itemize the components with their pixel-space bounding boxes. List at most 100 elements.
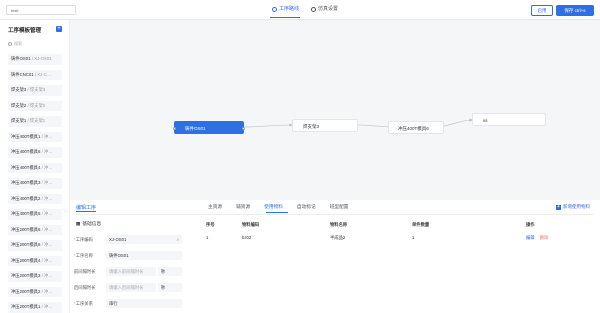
col-header: 操作 <box>526 222 535 227</box>
tab-main-resource[interactable]: 主资源 <box>208 204 222 210</box>
route-icon <box>272 7 277 12</box>
tab-materials[interactable]: 使用物料 <box>264 204 283 210</box>
cell-code: bz02 <box>242 235 252 240</box>
template-sidebar: 工序模板管理 + 搜索 铸件OS01 / XJ-OS01 铸件CNC01 / XJ… <box>0 20 70 313</box>
sidebar-item[interactable]: 冲压200T模具1 / 冲… <box>8 302 62 313</box>
sidebar-item-code: / 冲… <box>40 257 53 263</box>
prep-unit-select[interactable]: 秒 <box>158 267 182 276</box>
sidebar-item[interactable]: 冲压400T模具2 / 冲… <box>8 193 62 204</box>
sidebar-item-code: / 冲… <box>40 242 53 247</box>
sidebar-item[interactable]: 冲压200T模具2 / 冲… <box>8 286 62 297</box>
sidebar-item-code: / 冲… <box>40 273 53 278</box>
field-label: *工序关系 <box>74 300 93 306</box>
sidebar-item[interactable]: 铸件OS01 / XJ-OS01 <box>8 54 62 65</box>
flow-node[interactable]: xs <box>472 113 546 126</box>
section-label: 基础信息 <box>82 221 102 226</box>
top-search-input[interactable]: testi <box>6 5 76 15</box>
sidebar-item-name: 焊支架1 <box>11 118 27 123</box>
cell-index: 1 <box>206 235 209 240</box>
settings-icon <box>311 7 316 12</box>
sidebar-item-code: / 冲… <box>40 288 53 294</box>
node-label: xs <box>483 118 488 123</box>
cell-name: 半成品2 <box>330 235 346 240</box>
tab-process-route[interactable]: 工序路线 <box>272 6 299 13</box>
sidebar-item-code: / 焊支架3 <box>26 87 46 92</box>
section-heading: ▤ 基础信息 <box>76 221 101 227</box>
panel-tabs: 主资源 辅资源 使用物料 自动标记 班型配置 <box>208 204 348 210</box>
divider <box>76 214 594 215</box>
connector-handle[interactable] <box>242 127 245 130</box>
flow-node[interactable]: 焊支架3 <box>292 119 358 132</box>
sidebar-search-input[interactable]: 搜索 <box>8 39 64 48</box>
active-tab-indicator <box>266 212 288 213</box>
sidebar-item-code: / XJ-C… <box>33 71 52 77</box>
form-row-prep: 前间隔时长 请输入前间隔时长 秒 <box>74 267 182 276</box>
field-label: 前间隔时长 <box>74 268 96 274</box>
tab-label: 仿真设置 <box>318 6 339 12</box>
cell-actions: 编辑 删除 <box>526 235 594 244</box>
sidebar-item[interactable]: 冲压200T模具3 / 冲… <box>8 271 62 282</box>
flow-node[interactable]: 冲压400T模具6 <box>388 121 444 134</box>
panel-title-underline <box>76 211 96 212</box>
sidebar-item[interactable]: 冲压200T模具6 / 冲… <box>8 224 62 235</box>
add-template-button[interactable]: + <box>56 26 62 32</box>
post-duration-input[interactable]: 请输入后间隔时长 <box>106 283 156 292</box>
sidebar-item[interactable]: 焊支架2 / 焊支架2 <box>8 100 62 111</box>
sidebar-item-name: 冲压200T模具6 <box>11 226 41 232</box>
sidebar-item-name: 冲压400T模具2 <box>11 195 41 201</box>
sidebar-item-name: 冲压200T模具5 <box>11 242 41 247</box>
sidebar-item-code: / 冲… <box>40 195 53 201</box>
node-label: 冲压400T模具6 <box>398 126 429 131</box>
plus-icon: + <box>556 203 561 210</box>
sidebar-item-code: / 冲… <box>40 304 53 309</box>
flow-edges <box>243 118 473 129</box>
process-flow-canvas[interactable]: 铸件OS01 焊支架3 冲压400T模具6 xs <box>70 20 600 200</box>
edit-button[interactable]: 编辑 <box>526 235 535 240</box>
sidebar-item-code: / 冲… <box>40 133 53 139</box>
delete-button[interactable]: 删除 <box>540 235 549 240</box>
field-label: *工序名称 <box>74 252 93 258</box>
tab-aux-resource[interactable]: 辅资源 <box>236 204 250 210</box>
save-button[interactable]: 保存 ctrl+s <box>556 5 594 16</box>
sidebar-item[interactable]: 焊支架1 / 焊支架1 <box>8 116 62 127</box>
sidebar-item[interactable]: 冲压400T模具4 / 冲… <box>8 162 62 173</box>
form-row-relation: *工序关系 串行 <box>74 299 182 308</box>
post-unit-select[interactable]: 秒 <box>158 283 182 292</box>
sidebar-item-name: 冲压400T模具6 <box>11 149 41 154</box>
sidebar-item[interactable]: 冲压400T模具6 / 冲… <box>8 147 62 158</box>
table-row: 1 bz02 半成品2 1 编辑 删除 <box>202 235 594 244</box>
sidebar-item-name: 冲压200T模具2 <box>11 288 41 294</box>
add-material-button[interactable]: + 新增使用物料 <box>556 204 590 210</box>
sidebar-item-name: 焊支架2 <box>11 102 27 108</box>
sidebar-item[interactable]: 冲压200T模具5 / 冲… <box>8 240 62 251</box>
connector-handle[interactable] <box>173 127 176 130</box>
tab-auto-mark[interactable]: 自动标记 <box>297 204 316 210</box>
flow-node[interactable]: 铸件OS01 <box>173 121 245 134</box>
sidebar-item-name: 铸件OS01 <box>11 56 31 61</box>
sidebar-item-code: / XJ-OS01 <box>30 56 52 61</box>
sidebar-item[interactable]: 焊支架3 / 焊支架3 <box>8 85 62 96</box>
name-field[interactable]: 铸件OS01 <box>106 251 182 260</box>
code-field[interactable]: XJ-OS01 ⌕ <box>106 235 182 244</box>
enable-button[interactable]: 启用 <box>531 5 553 16</box>
node-label: 铸件OS01 <box>185 126 206 131</box>
sidebar-item-code: / 冲… <box>40 211 53 216</box>
col-header: 单件数量 <box>412 222 430 227</box>
sidebar-item[interactable]: 冲压400T模具3 / 冲… <box>8 178 62 189</box>
sidebar-item[interactable]: 铸件CNC01 / XJ-C… <box>8 69 62 80</box>
top-toolbar: testi 工序路线 仿真设置 启用 保存 ctrl+s <box>0 0 600 20</box>
sidebar-item-code: / 冲… <box>40 149 53 154</box>
cell-qty: 1 <box>412 235 415 240</box>
flow-edge <box>443 118 473 127</box>
sidebar-item-name: 冲压200T模具3 <box>11 273 41 278</box>
material-table-header: 序号 物料编码 物料名称 单件数量 操作 <box>202 222 594 231</box>
form-row-post: 后间隔时长 请输入后间隔时长 秒 <box>74 283 182 292</box>
tab-shift-config[interactable]: 班型配置 <box>330 204 349 210</box>
relation-select[interactable]: 串行 <box>106 299 182 308</box>
sidebar-item[interactable]: 冲压200T模具4 / 冲… <box>8 255 62 266</box>
prep-duration-input[interactable]: 请输入前间隔时长 <box>106 267 156 276</box>
sidebar-item[interactable]: 冲压400T模具1 / 冲… <box>8 131 62 142</box>
tab-simulation-settings[interactable]: 仿真设置 <box>311 6 338 13</box>
sidebar-item[interactable]: 冲压400T模具5 / 冲… <box>8 209 62 220</box>
sidebar-item-name: 冲压400T模具1 <box>11 133 41 139</box>
